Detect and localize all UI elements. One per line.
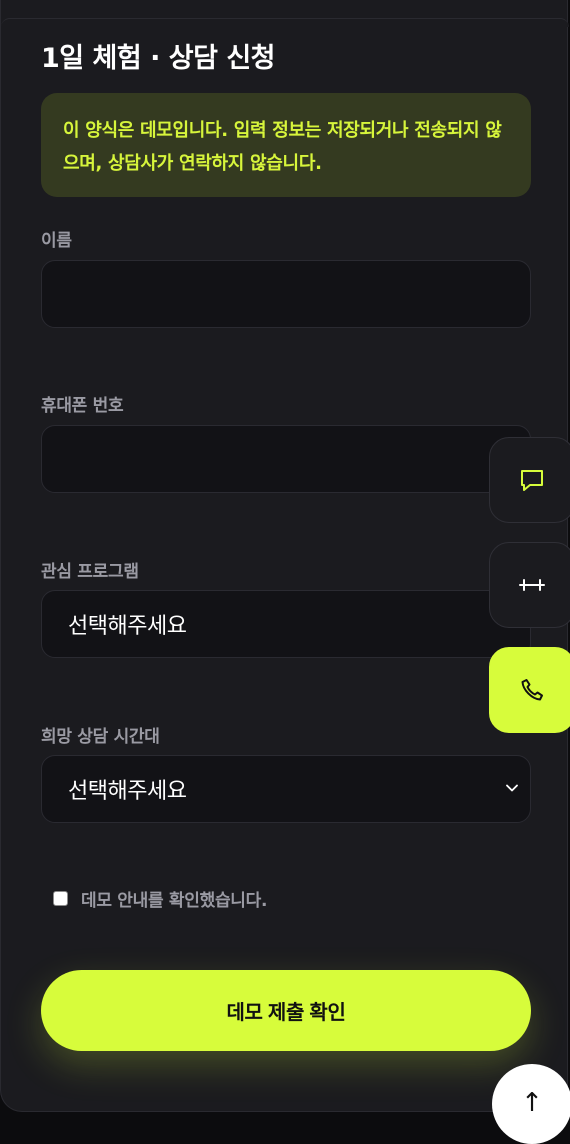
chat-button[interactable] <box>489 437 570 523</box>
time-select[interactable]: 선택해주세요 <box>41 755 531 823</box>
chat-icon <box>521 470 543 491</box>
consultation-form-card: 1일 체험 · 상담 신청 이 양식은 데모입니다. 입력 정보는 저장되거나 … <box>0 0 569 1112</box>
page-title: 1일 체험 · 상담 신청 <box>41 43 276 74</box>
chevron-down-icon <box>506 784 518 792</box>
agree-row: 데모 안내를 확인했습니다. <box>53 886 267 911</box>
card-top-edge <box>1 18 569 27</box>
phone-label: 휴대폰 번호 <box>41 396 124 416</box>
scroll-to-top-button[interactable]: ↑ <box>492 1064 570 1144</box>
time-label: 희망 상담 시간대 <box>41 727 160 747</box>
phone-icon <box>521 679 543 701</box>
agree-label: 데모 안내를 확인했습니다. <box>81 891 268 911</box>
name-input[interactable] <box>41 260 531 328</box>
name-label: 이름 <box>41 231 72 251</box>
submit-button[interactable]: 데모 제출 확인 <box>41 970 531 1051</box>
phone-input[interactable] <box>41 425 531 493</box>
arrow-up-icon: ↑ <box>521 1088 543 1118</box>
program-label: 관심 프로그램 <box>41 562 139 582</box>
demo-notice: 이 양식은 데모입니다. 입력 정보는 저장되거나 전송되지 않으며, 상담사가… <box>41 93 531 197</box>
program-select-value: 선택해주세요 <box>68 614 187 639</box>
program-button[interactable] <box>489 542 570 628</box>
dumbbell-icon <box>519 579 545 591</box>
program-select[interactable]: 선택해주세요 <box>41 590 531 658</box>
call-button[interactable] <box>489 647 570 733</box>
time-select-value: 선택해주세요 <box>68 779 187 804</box>
agree-checkbox[interactable] <box>53 891 68 906</box>
